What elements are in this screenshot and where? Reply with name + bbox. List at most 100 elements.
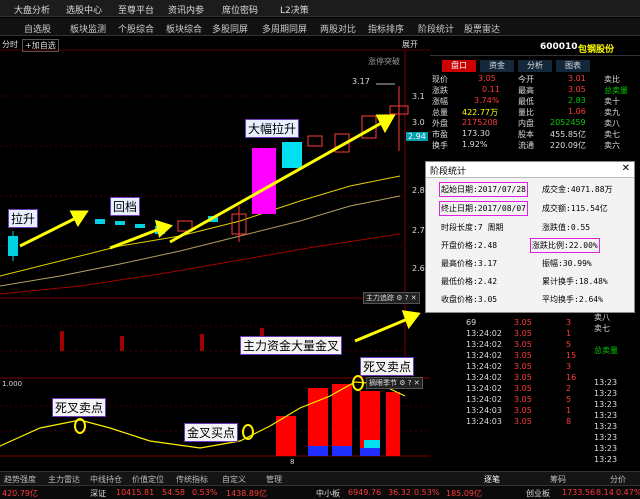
- annotation-big-pull-up: 大幅拉升: [245, 119, 300, 138]
- dialog-title: 阶段统计: [426, 162, 634, 178]
- indicator-toolbar[interactable]: 主力追踪 ⚙ ? ✕: [363, 292, 420, 304]
- amount: 成交金:4071.88万: [542, 185, 613, 194]
- add-watchlist-button[interactable]: +加自选: [22, 39, 59, 52]
- high-price: 最高价格:3.17: [441, 259, 498, 268]
- sz-value: 10415.81: [116, 488, 155, 497]
- zxb-value: 6949.76: [348, 488, 382, 497]
- quote-row: 涨幅 3.74% 最低 2.83: [432, 96, 586, 106]
- tick-row: 13:24:03 3.05 1: [466, 406, 572, 415]
- tab-manage[interactable]: 管理: [266, 474, 282, 485]
- indicator-tab-bar: 趋势强度 主力雷达 中线持仓 价值定位 传统指标 自定义 管理 逐笔 筹码 分价: [0, 471, 640, 485]
- help-icon[interactable]: ?: [405, 294, 409, 302]
- expand-button[interactable]: 展开: [402, 39, 430, 50]
- close-icon[interactable]: ✕: [411, 294, 417, 302]
- side-tab-chart[interactable]: 图表: [556, 60, 590, 72]
- period-stats-dialog[interactable]: 阶段统计 ✕ 起始日期:2017/07/28 成交金:4071.88万 终止日期…: [425, 161, 635, 313]
- cyb-pct: 0.47%: [616, 488, 640, 497]
- close-icon[interactable]: ✕: [414, 379, 420, 387]
- tick-row: 13:24:02 3.05 5: [466, 340, 572, 349]
- change-ratio: 涨跌比例:22.00%: [530, 238, 600, 253]
- side-tab-funds[interactable]: 资金: [480, 60, 514, 72]
- limit-up-label: 涨停突破: [368, 57, 400, 66]
- function-tab-bar: 自选股 板块监测 个股综合 板块综合 多股同屏 多周期同屏 两股对比 指标排序 …: [0, 18, 640, 36]
- annotation-pullback: 回档: [110, 197, 141, 216]
- help-icon[interactable]: ?: [408, 379, 412, 387]
- quote-row: 换手 1.92% 流通 220.09亿: [432, 140, 586, 150]
- stock-name: 包钢股份: [578, 45, 615, 55]
- tick-row: 13:24:02 3.05 5: [466, 395, 572, 404]
- tick-row: 13:24:02 3.05 2: [466, 384, 572, 393]
- indicator-toolbar-2[interactable]: 摘眼季节 ⚙ ? ✕: [366, 377, 423, 389]
- quote-row: 总量 422.77万 量比 1.06: [432, 107, 586, 117]
- amplitude: 振幅:30.99%: [542, 259, 592, 268]
- tab-mid-position[interactable]: 中线持仓: [90, 474, 122, 485]
- side-tab-quote[interactable]: 盘口: [442, 60, 476, 72]
- chart-tab[interactable]: 分时: [2, 39, 18, 50]
- menu-item-seat[interactable]: 席位密码: [222, 3, 258, 16]
- tab-chips[interactable]: 筹码: [550, 474, 566, 485]
- tab-value[interactable]: 价值定位: [132, 474, 164, 485]
- zxb-amount: 185.09亿: [446, 489, 482, 498]
- menu-bar: 大盘分析 选股中心 至尊平台 资讯内参 席位密码 L2决策: [0, 0, 640, 17]
- settings-icon[interactable]: ⚙: [399, 379, 405, 387]
- tab-multi-period[interactable]: 多周期同屏: [262, 22, 307, 35]
- start-date[interactable]: 起始日期:2017/07/28: [439, 182, 528, 197]
- tab-indicator-sort[interactable]: 指标排序: [368, 22, 404, 35]
- candle: [95, 219, 105, 224]
- tab-multi-stock[interactable]: 多股同屏: [212, 22, 248, 35]
- tab-sector-overview[interactable]: 板块综合: [166, 22, 202, 35]
- tab-watchlist[interactable]: 自选股: [24, 22, 51, 35]
- tab-sector-monitor[interactable]: 板块监测: [70, 22, 106, 35]
- tab-trend-strength[interactable]: 趋势强度: [4, 474, 36, 485]
- tab-radar[interactable]: 股票雷达: [464, 22, 500, 35]
- end-date[interactable]: 终止日期:2017/08/07: [439, 201, 528, 216]
- tab-price-dist[interactable]: 分价: [610, 474, 626, 485]
- tab-compare[interactable]: 两股对比: [320, 22, 356, 35]
- menu-item-platform[interactable]: 至尊平台: [118, 3, 154, 16]
- side-tab-analysis[interactable]: 分析: [518, 60, 552, 72]
- tick-row: 13:24:02 3.05 15: [466, 351, 577, 360]
- cyb-label: 创业板: [526, 489, 550, 498]
- current-price-tag: 2.94: [406, 132, 428, 141]
- settings-icon[interactable]: ⚙: [396, 294, 402, 302]
- sz-pct: 0.53%: [192, 488, 218, 497]
- close-price: 收盘价格:3.05: [441, 295, 498, 304]
- tick-row: 69 3.05 3: [466, 318, 572, 327]
- open-price: 开盘价格:2.48: [441, 241, 498, 250]
- annotation-death-cross-sell-2: 死叉卖点: [360, 357, 415, 376]
- high-price-label: 3.17: [352, 77, 370, 86]
- tab-stock-overview[interactable]: 个股综合: [118, 22, 154, 35]
- menu-item-news[interactable]: 资讯内参: [168, 3, 204, 16]
- indicator-label: 主力追踪: [366, 294, 394, 302]
- quote-row: 外盘 2175208 内盘 2052459: [432, 118, 586, 128]
- candle: [115, 221, 125, 225]
- tick-row: 13:24:03 3.05 8: [466, 417, 572, 426]
- tick-row: 13:24:02 3.05 16: [466, 373, 577, 382]
- low-price: 最低价格:2.42: [441, 277, 498, 286]
- menu-item-stock-picker[interactable]: 选股中心: [66, 3, 102, 16]
- tab-tick[interactable]: 逐笔: [484, 474, 500, 485]
- stock-header: 600010 包钢股份: [430, 40, 640, 56]
- menu-item-market[interactable]: 大盘分析: [14, 3, 50, 16]
- avg-turnover: 平均换手:2.64%: [542, 295, 603, 304]
- menu-item-l2[interactable]: L2决策: [280, 3, 309, 16]
- sz-label: 深证: [90, 489, 106, 498]
- kline-chart-panel[interactable]: 分时 +加自选 展开 涨停突破 3.17 3.1 3.0 2.94 2.8 2.…: [0, 36, 430, 466]
- price-axis-label: 3.0: [412, 118, 425, 127]
- tab-custom[interactable]: 自定义: [222, 474, 246, 485]
- annotation-pull-up: 拉升: [8, 209, 39, 228]
- cyb-value: 1733.56: [562, 488, 596, 497]
- sz-change: 54.58: [162, 488, 185, 497]
- period-length: 时段长度:7 周期: [441, 223, 504, 232]
- tab-traditional[interactable]: 传统指标: [176, 474, 208, 485]
- indicator-tick: 8: [290, 458, 295, 466]
- tab-main-radar[interactable]: 主力雷达: [48, 474, 80, 485]
- change-value: 涨跌值:0.55: [542, 223, 591, 232]
- cyb-change: 8.14: [596, 488, 614, 497]
- tab-period-stats[interactable]: 阶段统计: [418, 22, 454, 35]
- price-axis-label: 2.6: [412, 264, 425, 273]
- quote-row: 市盈 173.30 股本 455.85亿: [432, 129, 586, 139]
- candle: [135, 224, 145, 228]
- close-icon[interactable]: ✕: [622, 163, 630, 174]
- indicator-value: 1.000: [2, 380, 23, 388]
